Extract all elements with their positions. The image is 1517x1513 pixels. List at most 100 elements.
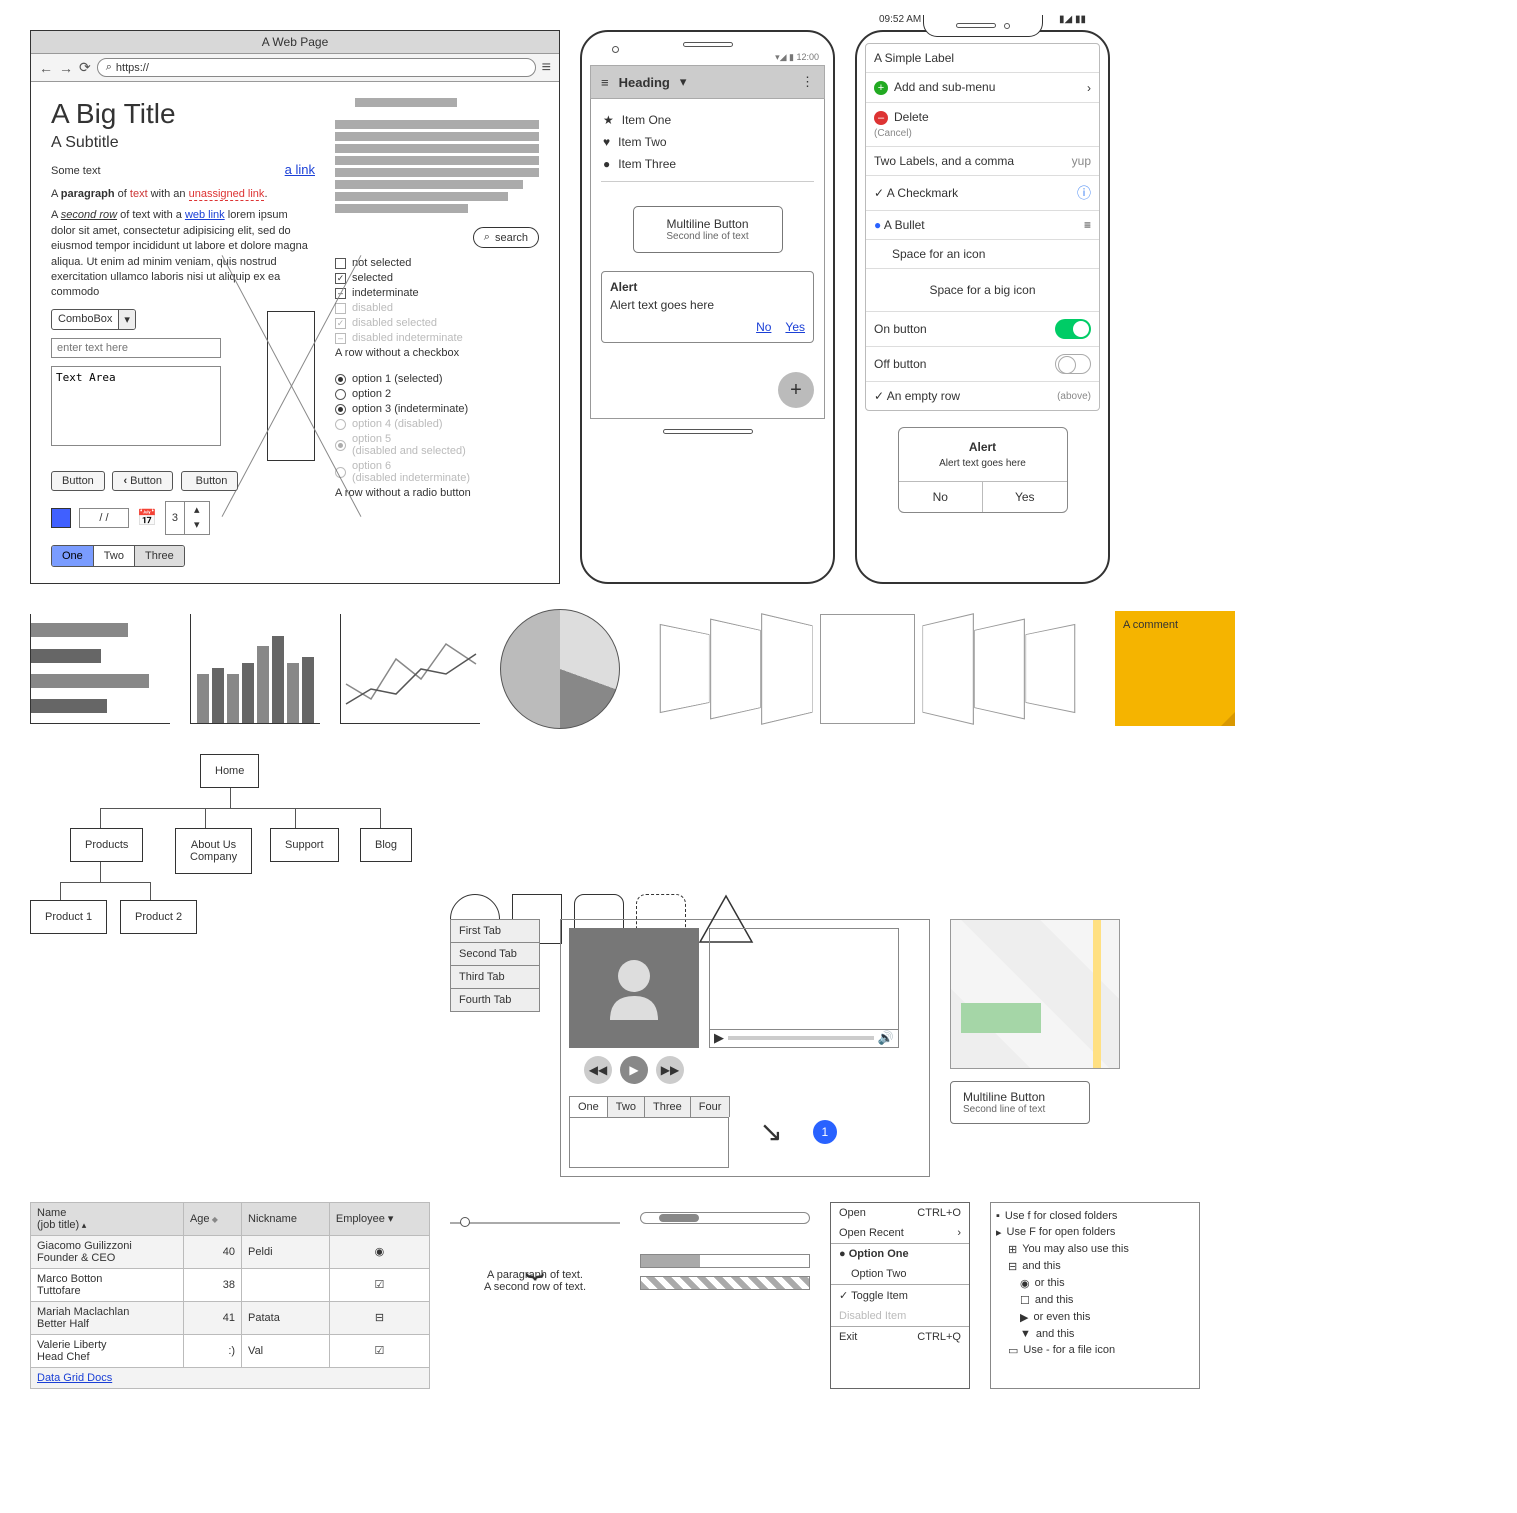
row-delete[interactable]: –Delete(Cancel) [866, 103, 1099, 147]
row-empty[interactable]: ✓ An empty row(above) [866, 382, 1099, 410]
search-input[interactable]: ⌕search [473, 227, 539, 248]
table-row[interactable]: Mariah MaclachlanBetter Half41Patata⊟ [31, 1301, 430, 1334]
menu-icon[interactable]: ≡ [1084, 218, 1091, 232]
table-row[interactable]: Marco BottonTuttofare38☑ [31, 1268, 430, 1301]
row-add[interactable]: +Add and sub-menu› [866, 73, 1099, 103]
button[interactable]: Button [51, 471, 105, 491]
radio-1[interactable]: option 1 (selected) [335, 373, 539, 385]
back-icon[interactable]: ← [39, 60, 53, 76]
coverflow[interactable] [640, 614, 1095, 724]
menu-exit[interactable]: ExitCTRL+Q [831, 1327, 969, 1347]
row-bullet[interactable]: ● A Bullet≡ [866, 211, 1099, 240]
url-bar[interactable]: ⌕ https:// [97, 58, 536, 77]
htab-4[interactable]: Four [690, 1096, 731, 1117]
volume-icon[interactable]: 🔊 [878, 1030, 894, 1046]
menu-opt1[interactable]: ● Option One [831, 1244, 969, 1264]
sm-p1[interactable]: Product 1 [30, 900, 107, 934]
row-two-labels[interactable]: Two Labels, and a commayup [866, 147, 1099, 176]
slider[interactable] [450, 1222, 620, 1224]
col-age[interactable]: Age [183, 1202, 241, 1235]
menu-open[interactable]: OpenCTRL+O [831, 1203, 969, 1223]
vtab-4[interactable]: Fourth Tab [450, 988, 540, 1012]
stepper-arrows[interactable]: ▴▾ [184, 502, 209, 534]
menu-icon[interactable]: ≡ [601, 75, 609, 90]
col-nick[interactable]: Nickname [242, 1202, 330, 1235]
multiline-button-2[interactable]: Multiline Button Second line of text [950, 1081, 1090, 1124]
number-stepper[interactable]: 3▴▾ [165, 501, 210, 535]
row-big-icon[interactable]: Space for a big icon [866, 269, 1099, 312]
sm-p2[interactable]: Product 2 [120, 900, 197, 934]
more-icon[interactable]: ⋮ [801, 74, 814, 90]
check-indeterminate[interactable]: indeterminate [335, 287, 539, 299]
seg-one[interactable]: One [52, 546, 94, 566]
menu-icon[interactable]: ≡ [542, 59, 551, 77]
combobox[interactable]: ComboBox▾ [51, 309, 136, 330]
vtab-3[interactable]: Third Tab [450, 965, 540, 989]
row-checkmark[interactable]: ✓ A Checkmarkⓘ [866, 176, 1099, 211]
rewind-button[interactable]: ◀◀ [584, 1056, 612, 1084]
sticky-note[interactable]: A comment [1115, 611, 1235, 726]
segmented-control[interactable]: One Two Three [51, 545, 185, 567]
toggle-off[interactable] [1055, 354, 1091, 374]
sm-home[interactable]: Home [200, 754, 259, 788]
vtab-2[interactable]: Second Tab [450, 942, 540, 966]
row-off[interactable]: Off button [866, 347, 1099, 382]
map[interactable] [950, 919, 1120, 1069]
reload-icon[interactable]: ⟳ [79, 59, 91, 76]
menu-recent[interactable]: Open Recent› [831, 1223, 969, 1243]
text-area[interactable] [51, 366, 221, 446]
list-item-1[interactable]: ★Item One [601, 109, 814, 131]
calendar-icon[interactable]: 📅 [137, 508, 157, 528]
alert-no[interactable]: No [899, 482, 984, 512]
web-link[interactable]: web link [185, 209, 225, 221]
alert-no[interactable]: No [756, 320, 771, 334]
sm-products[interactable]: Products [70, 828, 143, 862]
menu-opt2[interactable]: Option Two [831, 1264, 969, 1284]
list-item-3[interactable]: ●Item Three [601, 153, 814, 175]
sm-support[interactable]: Support [270, 828, 339, 862]
check-not-selected[interactable]: not selected [335, 257, 539, 269]
play-icon[interactable]: ▶ [714, 1030, 724, 1046]
multiline-button[interactable]: Multiline Button Second line of text [633, 206, 783, 253]
alert-yes[interactable]: Yes [785, 320, 805, 334]
sm-about[interactable]: About Us Company [175, 828, 252, 874]
a-link[interactable]: a link [285, 162, 315, 177]
row-on[interactable]: On button [866, 312, 1099, 347]
color-swatch[interactable] [51, 508, 71, 528]
text-input[interactable] [51, 338, 221, 358]
horizontal-scrollbar[interactable] [640, 1212, 810, 1224]
vtab-1[interactable]: First Tab [450, 919, 540, 943]
htab-1[interactable]: One [569, 1096, 608, 1117]
back-button[interactable]: Button [112, 471, 173, 491]
seg-three[interactable]: Three [135, 546, 184, 566]
forward-icon[interactable]: → [59, 60, 73, 76]
htab-3[interactable]: Three [644, 1096, 691, 1117]
toggle-on[interactable] [1055, 319, 1091, 339]
htab-2[interactable]: Two [607, 1096, 645, 1117]
video-player[interactable]: ▶ 🔊 [709, 928, 899, 1048]
list-item-2[interactable]: ♥Item Two [601, 131, 814, 153]
col-name[interactable]: Name(job title) [31, 1202, 184, 1235]
seg-two[interactable]: Two [94, 546, 135, 566]
play-button[interactable]: ▶ [620, 1056, 648, 1084]
radio-2[interactable]: option 2 [335, 388, 539, 400]
row-icon-space[interactable]: Space for an icon [866, 240, 1099, 269]
radio-3[interactable]: option 3 (indeterminate) [335, 403, 539, 415]
tag-button[interactable]: Button [181, 471, 239, 491]
table-row[interactable]: Valerie LibertyHead Chef:)Val☑ [31, 1334, 430, 1367]
resize-arrow-icon[interactable]: ↘ [759, 1115, 782, 1148]
table-row[interactable]: Giacomo GuilizzoniFounder & CEO40Peldi◉ [31, 1235, 430, 1268]
row-simple[interactable]: A Simple Label [866, 44, 1099, 73]
unassigned-link[interactable]: unassigned link [189, 188, 265, 201]
grid-docs-link[interactable]: Data Grid Docs [37, 1372, 112, 1384]
tree-view[interactable]: ▪Use f for closed folders ▸Use F for ope… [990, 1202, 1200, 1389]
col-emp[interactable]: Employee ▾ [329, 1202, 429, 1235]
forward-button[interactable]: ▶▶ [656, 1056, 684, 1084]
sm-blog[interactable]: Blog [360, 828, 412, 862]
chevron-down-icon[interactable]: ▾ [680, 74, 687, 90]
check-selected[interactable]: selected [335, 272, 539, 284]
data-grid[interactable]: Name(job title) Age Nickname Employee ▾ … [30, 1202, 430, 1389]
date-input[interactable]: / / [79, 508, 129, 528]
menu-toggle[interactable]: ✓ Toggle Item [831, 1285, 969, 1306]
alert-yes[interactable]: Yes [983, 482, 1067, 512]
